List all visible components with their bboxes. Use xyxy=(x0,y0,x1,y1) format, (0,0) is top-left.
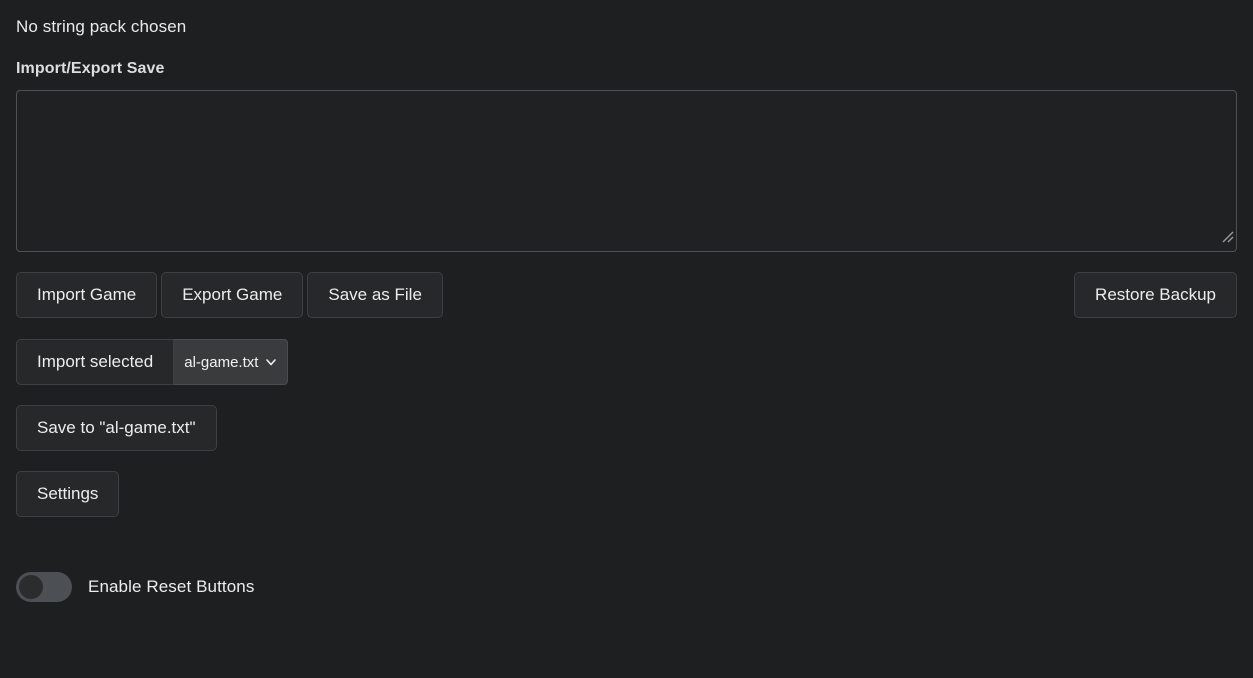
enable-reset-buttons-row: Enable Reset Buttons xyxy=(16,572,1237,602)
chevron-down-icon xyxy=(266,359,277,366)
import-selected-button[interactable]: Import selected xyxy=(16,339,175,385)
primary-actions-row: Import Game Export Game Save as File Res… xyxy=(16,272,1237,318)
import-export-save-panel: No string pack chosen Import/Export Save… xyxy=(0,0,1253,678)
save-as-file-button[interactable]: Save as File xyxy=(307,272,443,318)
enable-reset-buttons-toggle[interactable] xyxy=(16,572,72,602)
file-select-value: al-game.txt xyxy=(184,353,259,371)
import-game-button[interactable]: Import Game xyxy=(16,272,158,318)
restore-backup-button[interactable]: Restore Backup xyxy=(1074,272,1237,318)
toggle-knob xyxy=(19,575,43,599)
export-game-button[interactable]: Export Game xyxy=(161,272,304,318)
save-data-textarea[interactable] xyxy=(16,90,1237,252)
page-title: Import/Export Save xyxy=(16,60,165,77)
import-selected-row: Import selected al-game.txt xyxy=(16,339,1237,385)
enable-reset-buttons-label: Enable Reset Buttons xyxy=(88,577,255,596)
string-pack-status: No string pack chosen xyxy=(16,17,187,36)
settings-row: Settings xyxy=(16,471,1237,517)
save-to-file-button[interactable]: Save to "al-game.txt" xyxy=(16,405,217,451)
settings-button[interactable]: Settings xyxy=(16,471,120,517)
save-to-file-row: Save to "al-game.txt" xyxy=(16,405,1237,451)
file-select-dropdown[interactable]: al-game.txt xyxy=(174,339,289,385)
